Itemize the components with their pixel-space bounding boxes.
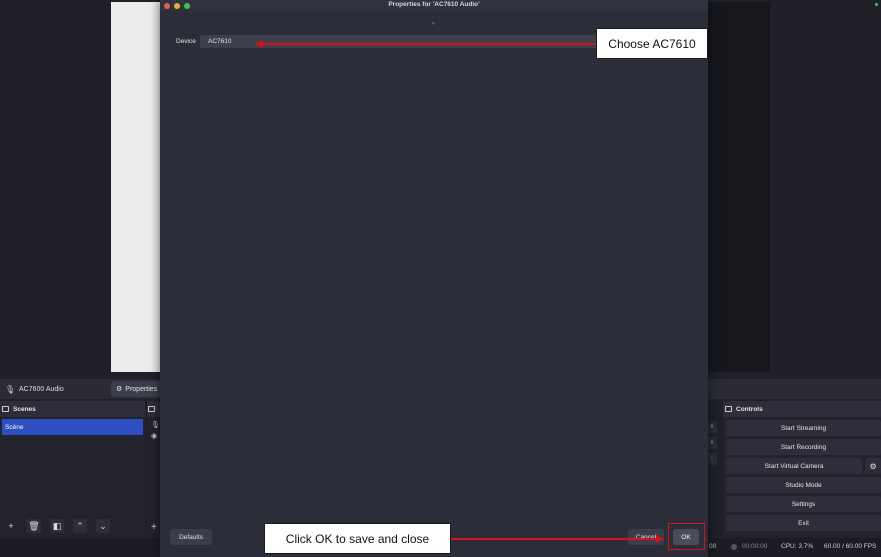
chevron-up-icon: ⌃ bbox=[76, 520, 84, 531]
studio-mode-button[interactable]: Studio Mode bbox=[726, 477, 881, 493]
preview-canvas-edge bbox=[706, 2, 770, 372]
plus-icon: + bbox=[8, 521, 14, 531]
device-label: Device bbox=[176, 38, 196, 45]
spinbox-arrows-icon[interactable]: ⇕ bbox=[707, 421, 717, 433]
scene-item-selected[interactable]: Scène bbox=[2, 419, 143, 435]
controls-dock: Controls Start Streaming Start Recording… bbox=[723, 401, 881, 537]
chevron-down-icon: ⌄ bbox=[99, 520, 107, 531]
stream-time-partial: 00 bbox=[709, 543, 717, 550]
splitter-handle-icon[interactable]: ▾ bbox=[432, 21, 435, 27]
scene-toolbar: + 🗑 ◧ ⌃ ⌄ bbox=[0, 519, 110, 533]
ok-annotation-callout: Click OK to save and close bbox=[264, 523, 451, 554]
cpu-usage: CPU: 3.7% bbox=[781, 543, 814, 550]
mixer-menu-icon[interactable]: ⋮ bbox=[707, 453, 717, 465]
sources-dock: 🎙 ◉ + bbox=[147, 401, 161, 537]
controls-title: Controls bbox=[736, 405, 763, 413]
device-dropdown[interactable]: AC7610 bbox=[200, 35, 640, 48]
scenes-title: Scenes bbox=[13, 405, 36, 413]
dialog-titlebar: Properties for 'AC7610 Audio' bbox=[160, 0, 708, 11]
trash-icon: 🗑 bbox=[28, 520, 40, 531]
status-indicator-icon bbox=[875, 3, 878, 6]
scene-filters-button[interactable]: ◧ bbox=[50, 519, 64, 533]
ok-highlight-box bbox=[668, 523, 705, 550]
move-scene-down-button[interactable]: ⌄ bbox=[96, 519, 110, 533]
obs-window: 🎙 AC7600 Audio ⚙ Properties Scenes Scène… bbox=[0, 0, 881, 557]
properties-dialog: Properties for 'AC7610 Audio' ▾ Device A… bbox=[160, 0, 708, 557]
start-recording-button[interactable]: Start Recording bbox=[726, 439, 881, 455]
fps-readout: 60.00 / 60.00 FPS bbox=[824, 543, 877, 550]
remove-scene-button[interactable]: 🗑 bbox=[27, 519, 41, 533]
scenes-dock: Scenes Scène + 🗑 ◧ ⌃ ⌄ bbox=[0, 401, 145, 537]
dialog-title: Properties for 'AC7610 Audio' bbox=[388, 1, 480, 8]
virtual-camera-row: Start Virtual Camera ⚙ bbox=[726, 458, 881, 474]
ok-annotation-arrow bbox=[451, 538, 656, 540]
start-virtual-camera-button[interactable]: Start Virtual Camera bbox=[726, 458, 863, 474]
recording-time: 00:00:00 bbox=[742, 543, 768, 550]
device-row: Device AC7610 bbox=[176, 35, 640, 48]
start-streaming-button[interactable]: Start Streaming bbox=[726, 420, 881, 436]
preview-canvas bbox=[111, 2, 163, 372]
ok-annotation-arrowhead-icon bbox=[656, 535, 664, 543]
controls-dock-header: Controls bbox=[723, 401, 881, 417]
spinbox-arrows-icon[interactable]: ⇕ bbox=[707, 437, 717, 449]
scene-item-label: Scène bbox=[5, 423, 24, 431]
scenes-dock-header: Scenes bbox=[0, 401, 145, 417]
device-annotation-arrow bbox=[262, 43, 596, 45]
source-properties-label: Properties bbox=[125, 385, 158, 393]
defaults-button[interactable]: Defaults bbox=[170, 529, 212, 545]
plus-icon: + bbox=[151, 522, 157, 533]
dock-window-icon bbox=[148, 406, 155, 412]
device-annotation-arrowhead-icon bbox=[255, 40, 263, 48]
device-annotation-callout: Choose AC7610 bbox=[596, 28, 708, 59]
add-scene-button[interactable]: + bbox=[4, 519, 18, 533]
filter-icon: ◧ bbox=[52, 520, 62, 531]
exit-button[interactable]: Exit bbox=[726, 515, 881, 531]
gear-icon: ⚙ bbox=[869, 461, 877, 471]
sources-dock-header bbox=[147, 401, 161, 417]
add-source-button[interactable]: + bbox=[151, 522, 157, 533]
dock-window-icon bbox=[725, 406, 732, 412]
selected-source-name: AC7600 Audio bbox=[19, 385, 64, 393]
microphone-icon: 🎙 bbox=[5, 384, 16, 394]
dock-window-icon bbox=[2, 406, 9, 412]
source-properties-button[interactable]: ⚙ Properties bbox=[111, 381, 163, 397]
mixer-strip: ⇕ ⇕ ⋮ bbox=[707, 417, 719, 477]
settings-button[interactable]: Settings bbox=[726, 496, 881, 512]
recording-indicator-icon bbox=[731, 544, 737, 550]
virtual-camera-settings-button[interactable]: ⚙ bbox=[865, 458, 881, 474]
move-scene-up-button[interactable]: ⌃ bbox=[73, 519, 87, 533]
device-dropdown-value: AC7610 bbox=[208, 38, 232, 45]
gear-icon: ⚙ bbox=[116, 386, 123, 393]
